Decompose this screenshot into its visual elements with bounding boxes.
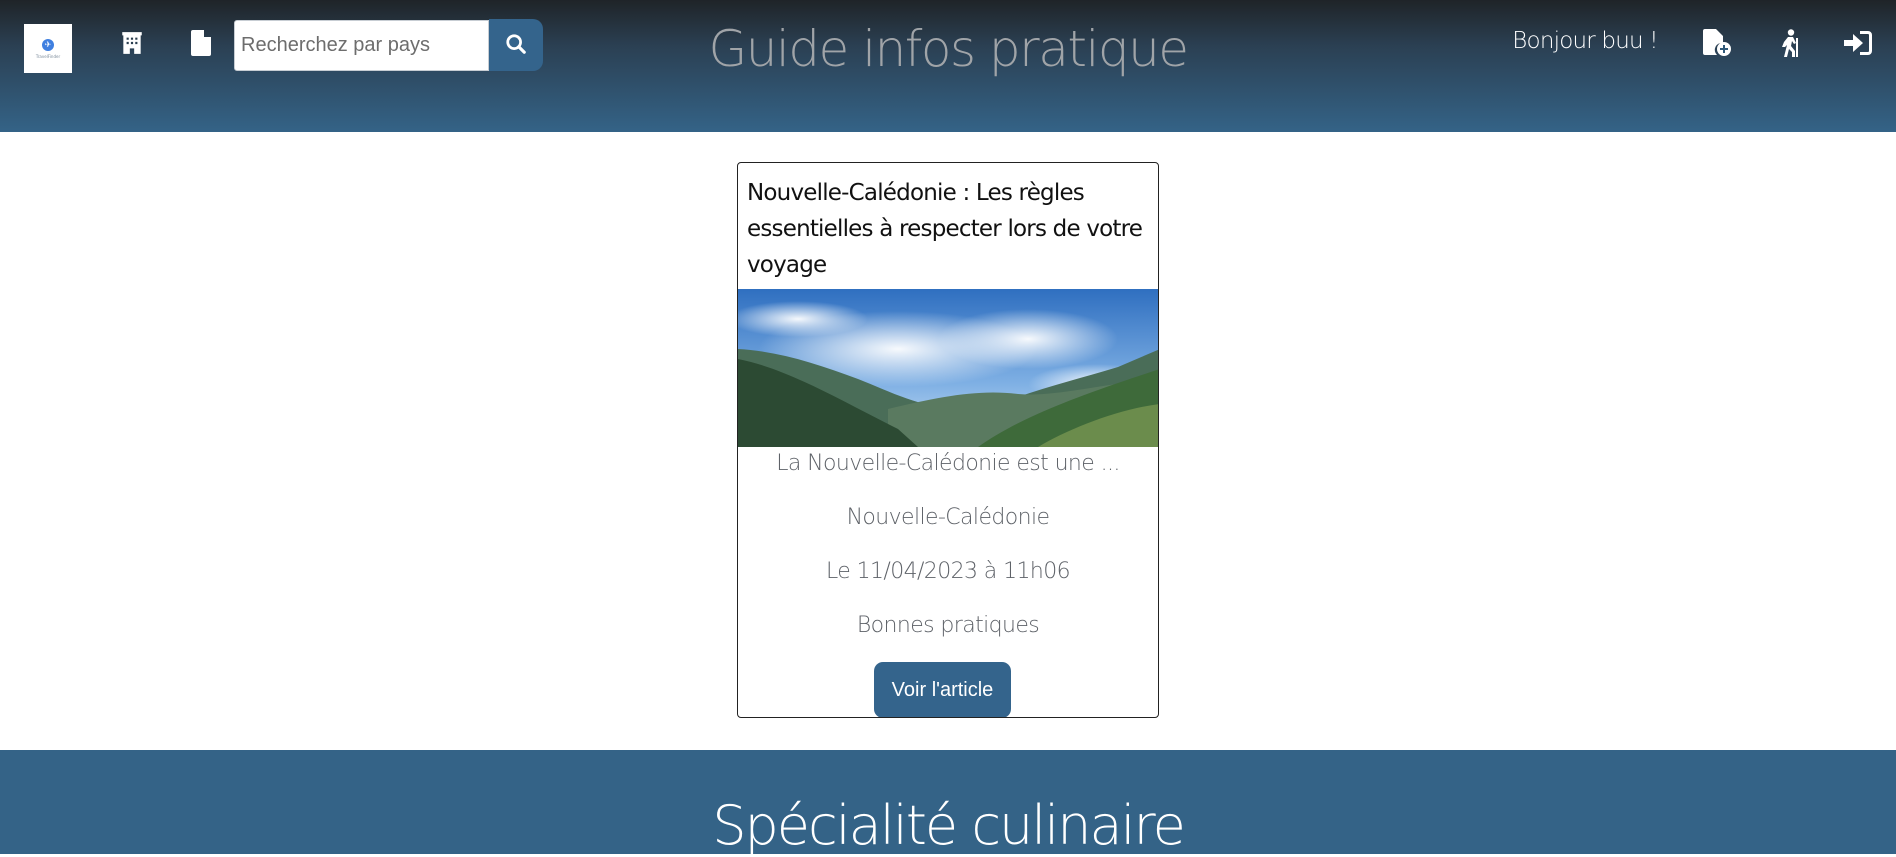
article-excerpt: La Nouvelle-Calédonie est une ... xyxy=(776,451,1120,476)
logo-text: TravelFinder xyxy=(35,53,61,59)
hiker-icon[interactable] xyxy=(1776,28,1806,58)
search-icon xyxy=(505,33,527,58)
top-header: ✈ TravelFinder Guide infos pratique Bonj… xyxy=(0,0,1896,132)
plane-logo-icon: ✈ xyxy=(42,38,54,51)
article-card: Nouvelle-Calédonie : Les règles essentie… xyxy=(737,162,1159,718)
file-add-icon[interactable] xyxy=(1703,28,1733,58)
building-icon[interactable] xyxy=(117,28,147,58)
article-country: Nouvelle-Calédonie xyxy=(846,505,1050,530)
document-icon[interactable] xyxy=(186,28,216,58)
view-article-button[interactable]: Voir l'article xyxy=(874,662,1011,717)
search-button[interactable] xyxy=(489,19,543,71)
article-category: Bonnes pratiques xyxy=(856,613,1040,638)
article-image xyxy=(738,289,1158,447)
user-greeting: Bonjour buu ! xyxy=(1512,28,1658,54)
section-title: Spécialité culinaire xyxy=(712,794,1186,857)
sign-in-icon[interactable] xyxy=(1843,28,1873,58)
search-input[interactable] xyxy=(234,20,489,71)
site-logo[interactable]: ✈ TravelFinder xyxy=(24,24,72,73)
article-title: Nouvelle-Calédonie : Les règles essentie… xyxy=(747,180,1143,278)
article-date: Le 11/04/2023 à 11h06 xyxy=(826,559,1071,584)
page-title: Guide infos pratique xyxy=(708,20,1189,78)
